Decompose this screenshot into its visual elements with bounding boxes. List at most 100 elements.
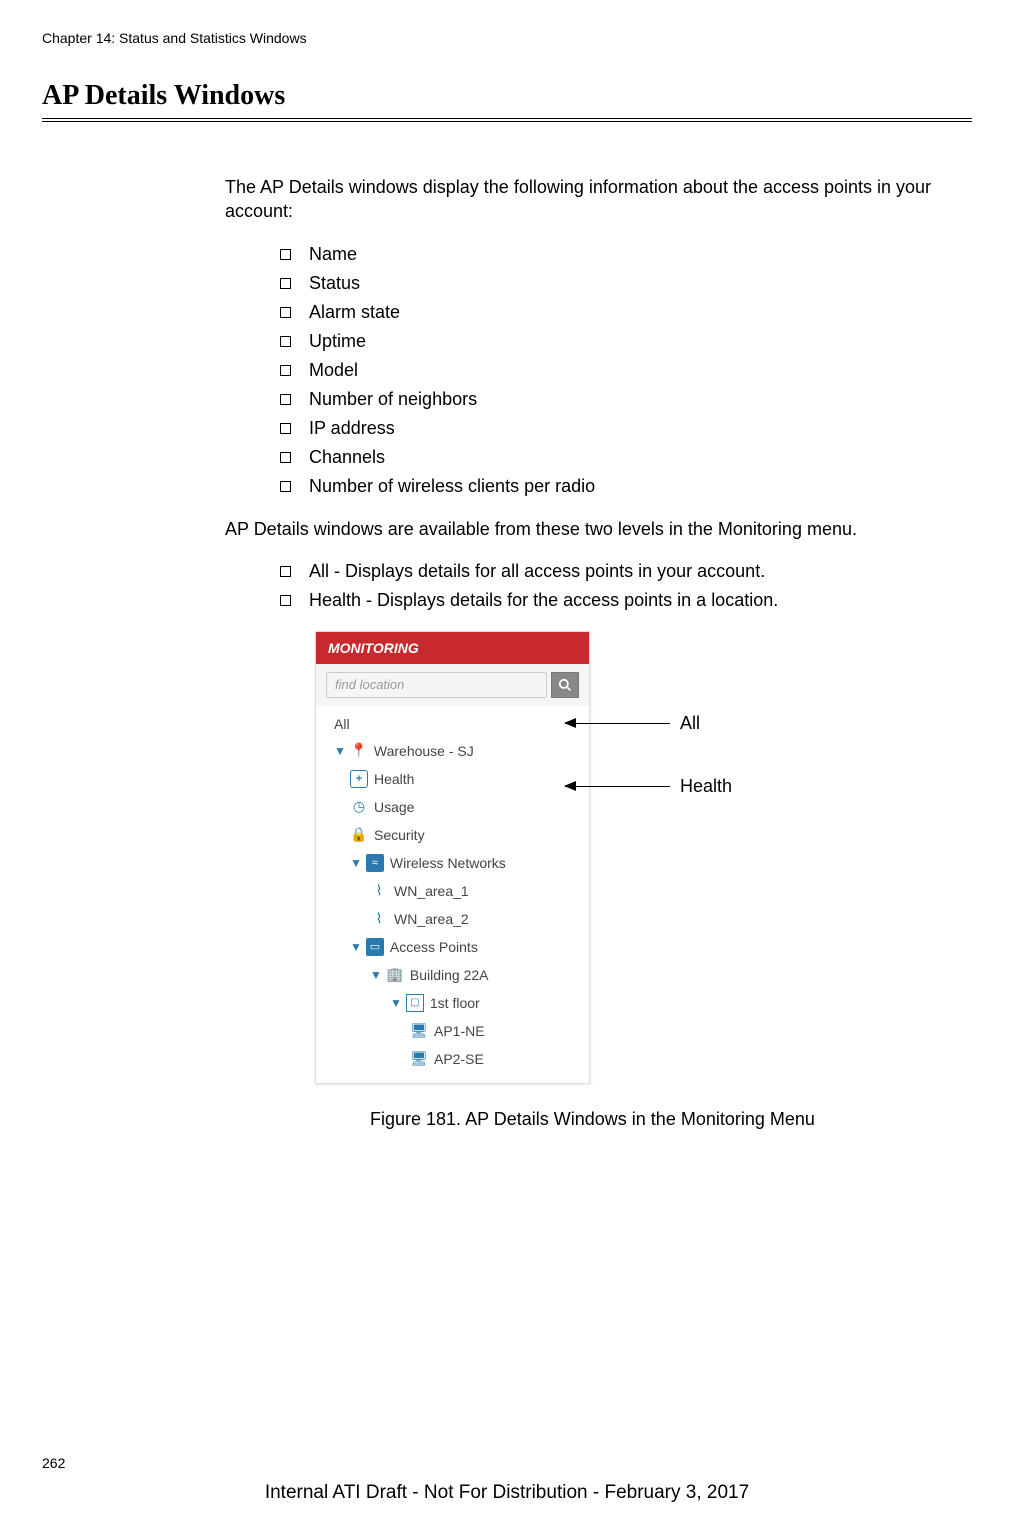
list-item: Health - Displays details for the access…	[280, 590, 972, 611]
bullet-icon	[280, 595, 291, 606]
tree-item-all[interactable]: All	[316, 711, 589, 737]
tree-item-ap1[interactable]: 🖥 AP1-NE	[316, 1017, 589, 1045]
bullet-text: Status	[309, 273, 360, 294]
bullet-text: Name	[309, 244, 357, 265]
annotation-health: Health	[565, 776, 732, 797]
tree-item-wireless-networks[interactable]: ▼ ≈ Wireless Networks	[316, 849, 589, 877]
bullet-text: Number of wireless clients per radio	[309, 476, 595, 497]
annotation-label: All	[680, 713, 700, 734]
section-title: AP Details Windows	[42, 80, 285, 112]
caret-icon: ▼	[350, 856, 362, 870]
wireless-icon: ≈	[366, 854, 384, 872]
list-item: Name	[280, 244, 972, 265]
pin-icon: 📍	[350, 742, 368, 760]
bullet-text: IP address	[309, 418, 395, 439]
tree-label: Building 22A	[410, 967, 489, 983]
tree-item-access-points[interactable]: ▼ ▭ Access Points	[316, 933, 589, 961]
page-number: 262	[42, 1455, 65, 1471]
bullet-icon	[280, 249, 291, 260]
arrow-line	[565, 723, 670, 724]
figure-caption: Figure 181. AP Details Windows in the Mo…	[370, 1109, 972, 1130]
search-row: find location	[316, 664, 589, 706]
tree-item-usage[interactable]: ◷Usage	[316, 793, 589, 821]
bullet-text: Channels	[309, 447, 385, 468]
bullet-icon	[280, 423, 291, 434]
list-item: IP address	[280, 418, 972, 439]
wifi-icon: ⌇	[370, 910, 388, 928]
figure-monitoring-menu: MONITORING find location All ▼ 📍 Warehouse…	[315, 631, 972, 1130]
tree-item-floor[interactable]: ▼ ▢ 1st floor	[316, 989, 589, 1017]
tree-item-ap2[interactable]: 🖥 AP2-SE	[316, 1045, 589, 1073]
monitoring-panel: MONITORING find location All ▼ 📍 Warehouse…	[315, 631, 590, 1084]
bullet-text: Model	[309, 360, 358, 381]
tree-item-wn2[interactable]: ⌇ WN_area_2	[316, 905, 589, 933]
bullet-text: All - Displays details for all access po…	[309, 561, 765, 582]
tree-label: WN_area_1	[394, 883, 469, 899]
caret-icon: ▼	[350, 940, 362, 954]
list-item: Uptime	[280, 331, 972, 352]
bullet-icon	[280, 278, 291, 289]
bullet-icon	[280, 307, 291, 318]
intro-paragraph: The AP Details windows display the follo…	[225, 175, 972, 224]
tree-item-wn1[interactable]: ⌇ WN_area_1	[316, 877, 589, 905]
arrow-head-icon	[564, 718, 576, 728]
bullet-icon	[280, 481, 291, 492]
list-item: Channels	[280, 447, 972, 468]
bullet-icon	[280, 452, 291, 463]
tree-label: All	[334, 716, 350, 732]
bullet-icon	[280, 365, 291, 376]
tree-label: WN_area_2	[394, 911, 469, 927]
bullet-text: Uptime	[309, 331, 366, 352]
title-underline	[42, 118, 972, 122]
tree-label: 1st floor	[430, 995, 480, 1011]
tree: All ▼ 📍 Warehouse - SJ + Health ◷Usage 🔒 Sec…	[316, 706, 589, 1083]
tree-label: Usage	[374, 799, 414, 815]
list-item: Model	[280, 360, 972, 381]
tree-item-health[interactable]: + Health	[316, 765, 589, 793]
tree-label: Access Points	[390, 939, 478, 955]
device-icon: 🖥	[410, 1022, 428, 1040]
lock-icon: 🔒	[350, 826, 368, 844]
levels-bullets: All - Displays details for all access po…	[280, 561, 972, 611]
bullet-icon	[280, 336, 291, 347]
list-item: Alarm state	[280, 302, 972, 323]
tree-label: AP2-SE	[434, 1051, 484, 1067]
bullet-text: Number of neighbors	[309, 389, 477, 410]
bullet-icon	[280, 394, 291, 405]
chapter-header: Chapter 14: Status and Statistics Window…	[42, 30, 307, 46]
floor-icon: ▢	[406, 994, 424, 1012]
tree-item-location[interactable]: ▼ 📍 Warehouse - SJ	[316, 737, 589, 765]
annotation-label: Health	[680, 776, 732, 797]
caret-icon: ▼	[334, 744, 346, 758]
tree-label: Health	[374, 771, 414, 787]
tree-item-building[interactable]: ▼ 🏢 Building 22A	[316, 961, 589, 989]
info-bullets: Name Status Alarm state Uptime Model Num…	[280, 244, 972, 497]
health-icon: +	[350, 770, 368, 788]
tree-label: AP1-NE	[434, 1023, 485, 1039]
caret-icon: ▼	[370, 968, 382, 982]
tree-label: Security	[374, 827, 425, 843]
annotation-all: All	[565, 713, 700, 734]
search-input[interactable]: find location	[326, 672, 547, 698]
arrow-line	[565, 786, 670, 787]
footer-text: Internal ATI Draft - Not For Distributio…	[0, 1482, 1014, 1504]
tree-label: Warehouse - SJ	[374, 743, 474, 759]
para-levels: AP Details windows are available from th…	[225, 517, 972, 541]
arrow-head-icon	[564, 781, 576, 791]
list-item: Number of neighbors	[280, 389, 972, 410]
search-button[interactable]	[551, 672, 579, 698]
list-item: All - Displays details for all access po…	[280, 561, 972, 582]
wifi-icon: ⌇	[370, 882, 388, 900]
search-icon	[558, 678, 572, 692]
caret-icon: ▼	[390, 996, 402, 1010]
ap-icon: ▭	[366, 938, 384, 956]
bullet-icon	[280, 566, 291, 577]
panel-header: MONITORING	[316, 632, 589, 664]
tree-item-security[interactable]: 🔒 Security	[316, 821, 589, 849]
tree-label: Wireless Networks	[390, 855, 506, 871]
list-item: Status	[280, 273, 972, 294]
bullet-text: Health - Displays details for the access…	[309, 590, 778, 611]
building-icon: 🏢	[386, 966, 404, 984]
bullet-text: Alarm state	[309, 302, 400, 323]
device-icon: 🖥	[410, 1050, 428, 1068]
